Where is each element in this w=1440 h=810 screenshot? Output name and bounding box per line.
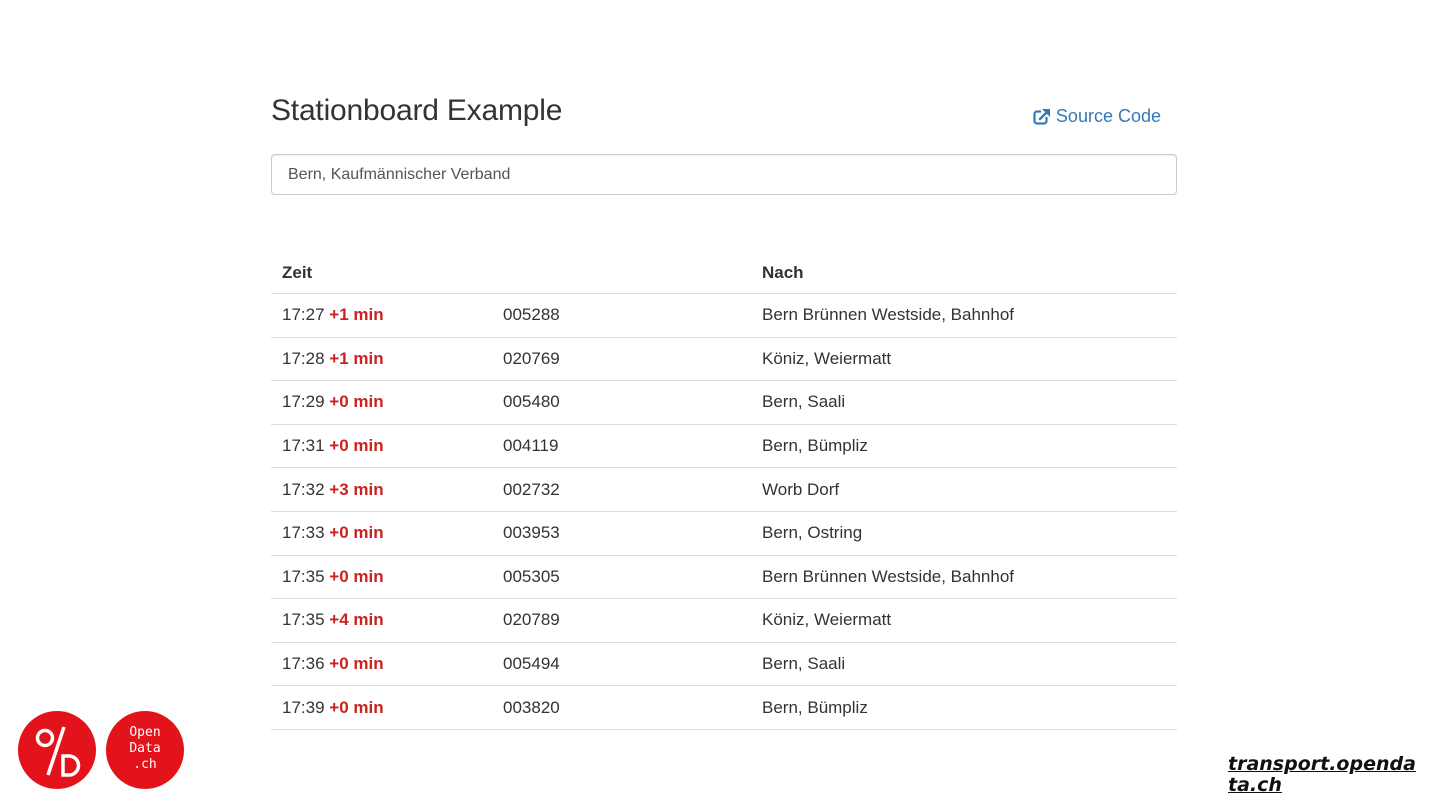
line-number-cell: 003953 <box>492 511 751 556</box>
delay-badge: +0 min <box>329 523 384 543</box>
table-row: 17:27 +1 min 005288 Bern Brünnen Westside,… <box>271 293 1177 338</box>
table-body: 17:27 +1 min 005288 Bern Brünnen Westside,… <box>271 293 1177 730</box>
delay-badge: +0 min <box>329 654 384 674</box>
station-search-input[interactable] <box>271 154 1177 195</box>
line-number-cell: 005305 <box>492 555 751 600</box>
delay-badge: +0 min <box>329 697 384 717</box>
table-row: 17:35 +4 min 020789 Köniz, Weiermatt <box>271 598 1177 643</box>
departure-time: 17:29 <box>282 392 325 412</box>
opendata-ch-logo: Open Data .ch <box>106 711 184 789</box>
line-number-cell: 005480 <box>492 380 751 425</box>
destination-cell: Bern, Saali <box>751 642 1177 687</box>
delay-badge: +1 min <box>329 305 384 325</box>
departure-time-cell: 17:35 +0 min <box>271 555 492 600</box>
departure-time: 17:33 <box>282 523 325 543</box>
line-number-cell: 005494 <box>492 642 751 687</box>
departure-time: 17:36 <box>282 654 325 674</box>
transport-opendata-link[interactable]: transport.opendata.ch <box>1228 754 1418 796</box>
page-title: Stationboard Example <box>271 94 563 127</box>
departure-time: 17:27 <box>282 305 325 325</box>
header-row: Stationboard Example Source Code <box>271 90 1177 134</box>
destination-cell: Bern Brünnen Westside, Bahnhof <box>751 293 1177 338</box>
line-number-cell: 004119 <box>492 424 751 469</box>
delay-badge: +4 min <box>329 610 384 630</box>
departure-time-cell: 17:27 +1 min <box>271 293 492 338</box>
opendata-logos: Open Data .ch <box>18 711 184 789</box>
table-row: 17:28 +1 min 020769 Köniz, Weiermatt <box>271 337 1177 382</box>
destination-cell: Bern, Saali <box>751 380 1177 425</box>
departure-time: 17:31 <box>282 436 325 456</box>
column-header-number <box>492 252 751 294</box>
table-row: 17:35 +0 min 005305 Bern Brünnen Westside,… <box>271 555 1177 600</box>
delay-badge: +0 min <box>329 566 384 586</box>
destination-cell: Worb Dorf <box>751 467 1177 512</box>
departure-time-cell: 17:29 +0 min <box>271 380 492 425</box>
destination-cell: Bern, Bümpliz <box>751 424 1177 469</box>
table-row: 17:33 +0 min 003953 Bern, Ostring <box>271 511 1177 556</box>
stationboard-table: Zeit Nach 17:27 +1 min 005288 Bern Brünnen… <box>271 252 1177 730</box>
opendata-percent-logo <box>18 711 96 789</box>
table-row: 17:39 +0 min 003820 Bern, Bümpliz <box>271 685 1177 730</box>
destination-cell: Bern, Bümpliz <box>751 685 1177 730</box>
stationboard-panel: Stationboard Example Source Code Zeit <box>271 90 1177 730</box>
column-header-zeit: Zeit <box>271 252 492 294</box>
table-header-row: Zeit Nach <box>271 252 1177 294</box>
table-row: 17:31 +0 min 004119 Bern, Bümpliz <box>271 424 1177 469</box>
delay-badge: +3 min <box>329 479 384 499</box>
departure-time-cell: 17:33 +0 min <box>271 511 492 556</box>
table-row: 17:32 +3 min 002732 Worb Dorf <box>271 467 1177 512</box>
line-number-cell: 020769 <box>492 337 751 382</box>
line-number-cell: 020789 <box>492 598 751 643</box>
destination-cell: Bern, Ostring <box>751 511 1177 556</box>
source-code-label: Source Code <box>1055 106 1161 126</box>
departure-time: 17:35 <box>282 610 325 630</box>
departure-time-cell: 17:31 +0 min <box>271 424 492 469</box>
line-number-cell: 002732 <box>492 467 751 512</box>
table-row: 17:29 +0 min 005480 Bern, Saali <box>271 380 1177 425</box>
departure-time-cell: 17:39 +0 min <box>271 685 492 730</box>
departure-time: 17:28 <box>282 348 325 368</box>
column-header-nach: Nach <box>751 252 1177 294</box>
slide: Stationboard Example Source Code Zeit <box>0 0 1440 810</box>
line-number-cell: 003820 <box>492 685 751 730</box>
destination-cell: Bern Brünnen Westside, Bahnhof <box>751 555 1177 600</box>
departure-time: 17:39 <box>282 697 325 717</box>
line-number-cell: 005288 <box>492 293 751 338</box>
departure-time-cell: 17:36 +0 min <box>271 642 492 687</box>
destination-cell: Köniz, Weiermatt <box>751 337 1177 382</box>
table-row: 17:36 +0 min 005494 Bern, Saali <box>271 642 1177 687</box>
departure-time-cell: 17:35 +4 min <box>271 598 492 643</box>
source-code-link[interactable]: Source Code <box>1033 106 1161 127</box>
departure-time: 17:32 <box>282 479 325 499</box>
departure-time: 17:35 <box>282 566 325 586</box>
delay-badge: +0 min <box>329 392 384 412</box>
destination-cell: Köniz, Weiermatt <box>751 598 1177 643</box>
delay-badge: +0 min <box>329 436 384 456</box>
departure-time-cell: 17:28 +1 min <box>271 337 492 382</box>
departure-time-cell: 17:32 +3 min <box>271 467 492 512</box>
opendata-ch-logo-text: Open Data .ch <box>129 725 161 772</box>
delay-badge: +1 min <box>329 348 384 368</box>
external-link-icon <box>1033 107 1051 126</box>
